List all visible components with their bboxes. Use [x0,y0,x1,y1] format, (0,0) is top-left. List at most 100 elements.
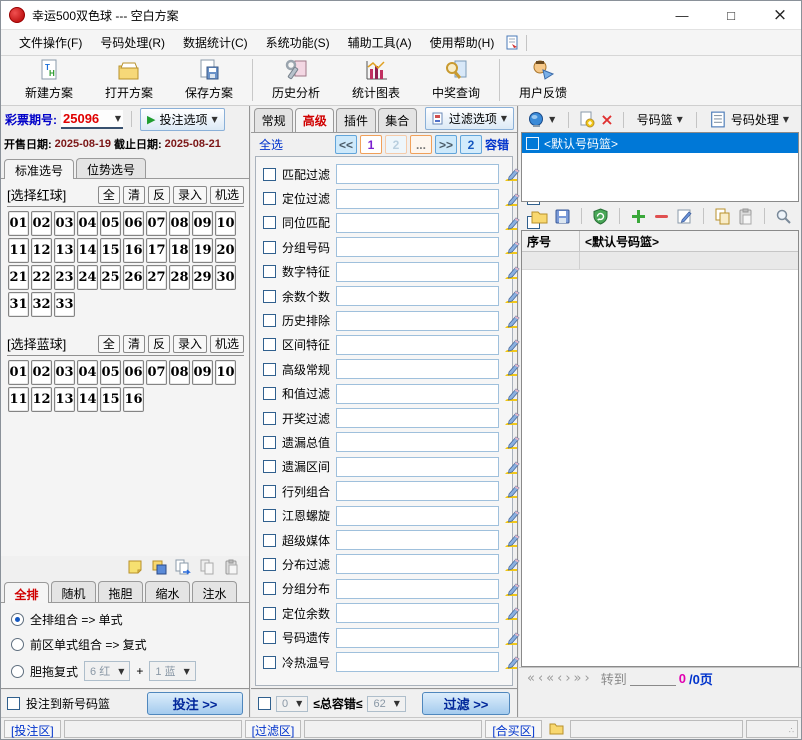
filter-enable-checkbox[interactable] [263,192,276,205]
filter-enable-checkbox[interactable] [263,656,276,669]
menu-system[interactable]: 系统功能(S) [258,30,338,55]
pick-button[interactable]: 机选 [210,186,244,204]
red-ball[interactable]: 10 [215,211,236,236]
blue-ball[interactable]: 14 [77,387,98,412]
quick-doc-icon[interactable] [504,35,520,51]
red-ball[interactable]: 05 [100,211,121,236]
basket-item-checkbox[interactable] [526,137,539,150]
menu-help[interactable]: 使用帮助(H) [422,30,503,55]
filter-enable-checkbox[interactable] [263,412,276,425]
close-button[interactable]: × [759,1,801,29]
number-process-button[interactable]: 号码处理 ▼ [706,109,793,130]
minimize-button[interactable]: — [661,1,703,29]
tab-full-permutation[interactable]: 全排 [4,582,49,603]
pager-page-2[interactable]: 2 [385,135,407,154]
filter-enable-checkbox[interactable] [263,534,276,547]
filter-enable-checkbox[interactable] [263,582,276,595]
copy-stack-icon[interactable] [151,559,167,575]
filter-value-input[interactable] [336,384,499,404]
red-ball[interactable]: 03 [54,211,75,236]
radio-row-dan-tuo[interactable]: 胆拖复式 6 红▼ + 1 蓝▼ [11,661,239,681]
filter-value-input[interactable] [336,432,499,452]
filter-options-button[interactable]: 过滤选项 ▼ [425,107,514,130]
filter-value-input[interactable] [336,213,499,233]
filter-button[interactable]: 过滤 >> [422,692,510,715]
radio-row-full-combo[interactable]: 全排组合 => 单式 [11,611,239,628]
edit-note-icon[interactable] [676,208,693,225]
red-ball[interactable]: 30 [215,265,236,290]
menu-stats[interactable]: 数据统计(C) [175,30,256,55]
filter-enable-checkbox[interactable] [263,460,276,473]
bet-button[interactable]: 投注 >> [147,692,243,715]
pager-more-button[interactable]: ... [410,135,432,154]
blue-ball[interactable]: 02 [31,360,52,385]
pager-next-button[interactable]: >> [435,135,457,154]
red-ball[interactable]: 16 [123,238,144,263]
filter-value-input[interactable] [336,554,499,574]
menu-tools[interactable]: 辅助工具(A) [340,30,420,55]
blue-ball[interactable]: 03 [54,360,75,385]
blue-ball[interactable]: 04 [77,360,98,385]
prev-fast-icon[interactable]: ‹ [538,671,543,686]
red-ball[interactable]: 17 [146,238,167,263]
history-analysis-button[interactable]: 历史分析 [256,57,336,103]
filter-value-input[interactable] [336,481,499,501]
network-button[interactable]: ▼ [524,109,559,130]
blue-ball[interactable]: 16 [123,387,144,412]
filter-value-input[interactable] [336,286,499,306]
red-ball[interactable]: 01 [8,211,29,236]
stats-chart-button[interactable]: 统计图表 [336,57,416,103]
radio-dan-tuo[interactable] [11,665,24,678]
filter-value-input[interactable] [336,457,499,477]
blue-ball[interactable]: 11 [8,387,29,412]
radio-front-single[interactable] [11,638,24,651]
red-ball[interactable]: 12 [31,238,52,263]
blue-ball[interactable]: 10 [215,360,236,385]
red-ball[interactable]: 20 [215,238,236,263]
blue-count-select[interactable]: 1 蓝▼ [149,661,195,681]
red-ball[interactable]: 21 [8,265,29,290]
tab-position-pick[interactable]: 位势选号 [76,158,146,178]
red-ball[interactable]: 26 [123,265,144,290]
tolerance-max-select[interactable]: 62▼ [367,696,405,712]
first-page-icon[interactable]: « [527,671,535,686]
filter-value-input[interactable] [336,164,499,184]
red-ball[interactable]: 28 [169,265,190,290]
tolerance-min-select[interactable]: 0▼ [276,696,308,712]
filter-value-input[interactable] [336,408,499,428]
filter-enable-checkbox[interactable] [263,631,276,644]
blue-ball[interactable]: 09 [192,360,213,385]
pager-prev-button[interactable]: << [335,135,357,154]
red-ball[interactable]: 25 [100,265,121,290]
tab-shrink[interactable]: 缩水 [145,581,190,602]
blue-ball[interactable]: 07 [146,360,167,385]
maximize-button[interactable]: □ [710,1,752,29]
filter-enable-checkbox[interactable] [263,338,276,351]
filter-value-input[interactable] [336,506,499,526]
red-ball[interactable]: 06 [123,211,144,236]
tab-drag-dan[interactable]: 拖胆 [98,581,143,602]
tab-advanced[interactable]: 高级 [295,108,334,132]
red-ball[interactable]: 18 [169,238,190,263]
tab-standard-pick[interactable]: 标准选号 [4,159,74,179]
radio-row-front-single[interactable]: 前区单式组合 => 复式 [11,636,239,653]
pager-current-box[interactable]: 2 [460,135,482,154]
copy-icon[interactable] [714,208,731,225]
blue-ball[interactable]: 01 [8,360,29,385]
filter-enable-checkbox[interactable] [263,607,276,620]
pick-button[interactable]: 全 [98,335,120,353]
column-basket[interactable]: <默认号码篮> [580,231,798,251]
red-ball[interactable]: 23 [54,265,75,290]
filter-enable-checkbox[interactable] [263,436,276,449]
tab-regular[interactable]: 常规 [254,108,293,132]
filter-enable-checkbox[interactable] [263,509,276,522]
blue-ball[interactable]: 15 [100,387,121,412]
copy-gray-icon[interactable] [199,559,215,575]
search-icon[interactable] [775,208,792,225]
menu-number[interactable]: 号码处理(R) [92,30,173,55]
bet-to-new-basket-checkbox[interactable] [7,697,20,710]
red-ball[interactable]: 32 [31,292,52,317]
tab-random[interactable]: 随机 [51,581,96,602]
add-icon[interactable] [630,208,647,225]
delete-x-icon[interactable]: × [600,112,613,128]
